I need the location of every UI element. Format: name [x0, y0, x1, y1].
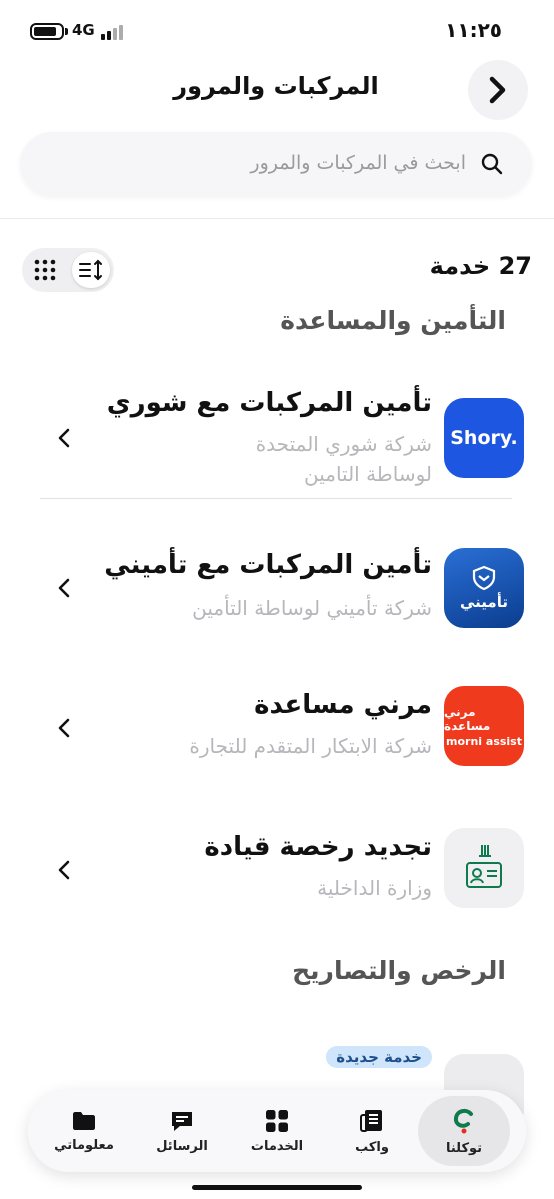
tab-wakeb[interactable]: واكب	[326, 1096, 418, 1166]
back-button[interactable]	[468, 60, 528, 120]
search-icon	[481, 153, 503, 175]
service-provider-line1: وزارة الداخلية	[317, 876, 432, 900]
shield-icon	[472, 565, 496, 591]
shory-logo-text: Shory.	[450, 427, 518, 449]
service-provider-line1: شركة الابتكار المتقدم للتجارة	[189, 734, 432, 758]
morni-logo: مرني مساعدة morni assist	[444, 686, 524, 766]
service-provider-line1: شركة تأميني لوساطة التأمين	[192, 596, 432, 620]
services-count: 27 خدمة	[429, 252, 532, 280]
battery-tip	[65, 28, 68, 35]
service-name: مرني مساعدة	[254, 690, 432, 720]
chevron-left-icon	[58, 860, 70, 880]
tameeni-logo-text: تأميني	[460, 593, 508, 611]
news-icon	[360, 1109, 382, 1132]
chevron-left-icon	[58, 718, 70, 738]
status-bar: 4G ١١:٢٥	[0, 0, 554, 60]
service-row-shory[interactable]: Shory. تأمين المركبات مع شوري شركة شوري …	[0, 372, 554, 498]
search-placeholder: ابحث في المركبات والمرور	[250, 152, 466, 174]
morni-logo-text-ar: مرني مساعدة	[444, 704, 491, 733]
chevron-left-icon	[58, 428, 70, 448]
service-name: تجديد رخصة قيادة	[204, 832, 432, 862]
tab-label: معلوماتي	[54, 1137, 114, 1153]
service-row-license-renewal[interactable]: تجديد رخصة قيادة وزارة الداخلية	[0, 812, 554, 922]
page-title: المركبات والمرور	[173, 72, 379, 100]
service-row-tameeni[interactable]: تأميني تأمين المركبات مع تأميني شركة تأم…	[0, 530, 554, 640]
service-name: تأمين المركبات مع شوري	[106, 388, 432, 418]
driving-license-icon	[466, 845, 502, 888]
tab-tawakkalna[interactable]: توكلنا	[418, 1096, 510, 1166]
new-service-badge: خدمة جديدة	[326, 1046, 432, 1068]
status-time: ١١:٢٥	[445, 18, 502, 42]
tab-services[interactable]: الخدمات	[231, 1096, 323, 1166]
view-toggle[interactable]	[22, 248, 114, 292]
tab-label: الرسائل	[156, 1138, 208, 1154]
signal-icon	[101, 24, 129, 40]
grid-icon	[34, 259, 56, 281]
header-divider	[0, 218, 554, 219]
service-provider-line1: شركة شوري المتحدة	[255, 432, 432, 456]
bottom-nav: معلوماتي الرسائل الخدمات واكب توكلنا	[28, 1090, 526, 1172]
service-provider-line2: لوساطة التامين	[303, 462, 432, 486]
chevron-right-icon	[489, 76, 506, 104]
tab-label: الخدمات	[250, 1138, 304, 1154]
chat-icon	[172, 1111, 192, 1131]
battery-icon	[30, 23, 64, 40]
search-input[interactable]: ابحث في المركبات والمرور	[20, 132, 532, 196]
apps-grid-icon	[266, 1109, 288, 1132]
service-name: تأمين المركبات مع تأميني	[104, 550, 432, 580]
network-type: 4G	[72, 21, 95, 39]
service-row-morni[interactable]: مرني مساعدة morni assist مرني مساعدة شرك…	[0, 670, 554, 780]
tab-maalomati[interactable]: معلوماتي	[38, 1096, 130, 1166]
folder-icon	[73, 1111, 95, 1130]
section-title-insurance: التأمين والمساعدة	[280, 306, 506, 335]
row-divider	[40, 498, 512, 499]
tab-label: واكب	[355, 1139, 389, 1155]
list-sort-button[interactable]	[72, 252, 110, 288]
morni-logo-text-en: morni assist	[446, 734, 522, 748]
moi-logo	[444, 828, 524, 908]
shory-logo: Shory.	[444, 398, 524, 478]
tab-messages[interactable]: الرسائل	[136, 1096, 228, 1166]
section-title-licenses: الرخص والتصاريح	[292, 956, 506, 985]
tawakkalna-logo-icon	[453, 1108, 473, 1133]
grid-view-button[interactable]	[30, 255, 60, 285]
tab-label: توكلنا	[445, 1140, 483, 1156]
tameeni-logo: تأميني	[444, 548, 524, 628]
home-indicator	[192, 1185, 362, 1190]
chevron-left-icon	[58, 578, 70, 598]
sort-icon	[79, 259, 102, 281]
